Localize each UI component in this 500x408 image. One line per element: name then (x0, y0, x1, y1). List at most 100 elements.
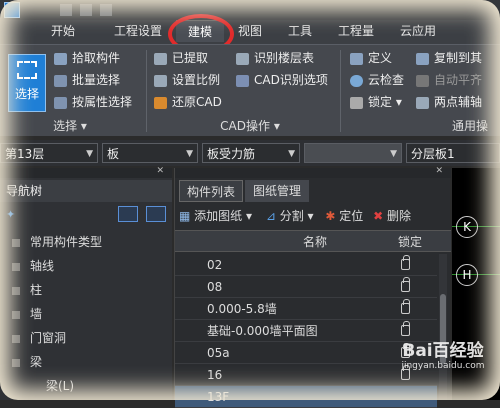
nav-item-label: 梁 (30, 355, 43, 369)
define-label: 定义 (368, 51, 393, 65)
tab-drawing-management[interactable]: 图纸管理 (245, 180, 309, 202)
select-group-text: 选择 (53, 119, 78, 133)
nav-item[interactable]: 轴线 (0, 254, 172, 278)
cad-recognize-options-button[interactable]: CAD识别选项 (236, 70, 328, 90)
nav-panel-top: ✕ (0, 166, 172, 178)
table-row[interactable]: 08 (175, 276, 437, 298)
watermark-brand: Bai百经验 (402, 341, 484, 361)
drawing-list: 02 08 0.000-5.8墙 基础-0.000墙平面图 05a 16 13F (175, 254, 437, 408)
tab-quantity[interactable]: 工程量 (332, 20, 380, 42)
nav-item-label: 梁(L) (46, 379, 75, 393)
table-row-selected[interactable]: 13F (175, 386, 437, 408)
tab-view[interactable]: 视图 (230, 20, 270, 42)
row-name: 05a (207, 346, 230, 360)
define-icon (350, 52, 363, 65)
table-row[interactable]: 0.000-5.8墙 (175, 298, 437, 320)
undo-icon[interactable] (80, 4, 92, 16)
nav-item[interactable]: 梁 (0, 350, 172, 374)
batch-select-label: 批量选择 (72, 73, 121, 87)
lock-icon[interactable] (401, 321, 410, 336)
locate-button[interactable]: ✱ 定位 (325, 209, 363, 223)
add-drawing-button[interactable]: ▦ 添加图纸 ▾ (179, 209, 252, 223)
layer-select[interactable]: 分层板1 (406, 143, 500, 163)
nav-item[interactable]: 柱 (0, 278, 172, 302)
close-icon[interactable]: ✕ (156, 166, 164, 176)
nav-item-label: 柱 (30, 283, 43, 297)
define-button[interactable]: 定义 (350, 48, 392, 68)
chevron-down-icon: ▼ (390, 149, 397, 159)
close-icon[interactable]: ✕ (435, 166, 443, 176)
nav-list: 常用构件类型 轴线 柱 墙 门窗洞 梁 梁(L) (0, 230, 172, 398)
save-icon[interactable] (60, 4, 72, 16)
quick-access-bar (0, 0, 500, 20)
tab-component-list[interactable]: 构件列表 (179, 180, 243, 202)
chevron-down-icon: ▼ (86, 149, 93, 159)
select-big-button[interactable]: 选择 (8, 54, 46, 112)
split-button[interactable]: ⊿ 分割 ▾ (266, 209, 314, 223)
recognize-floor-table-button[interactable]: 识别楼层表 (236, 48, 314, 68)
expand-icon[interactable] (12, 262, 20, 271)
select-by-attribute-label: 按属性选择 (72, 95, 133, 109)
tab-tools[interactable]: 工具 (280, 20, 320, 42)
expand-icon[interactable] (12, 286, 20, 295)
layer-value: 分层板1 (411, 147, 455, 161)
lock-icon[interactable] (401, 277, 410, 292)
subtype-select[interactable]: 板受力筋 ▼ (202, 143, 300, 163)
expand-icon[interactable] (12, 358, 20, 367)
expand-icon[interactable] (12, 334, 20, 343)
floor-table-icon (236, 52, 249, 65)
extra-select[interactable]: ▼ (304, 143, 402, 163)
category-select[interactable]: 板 ▼ (102, 143, 198, 163)
nav-item[interactable]: 墙 (0, 302, 172, 326)
select-group-label[interactable]: 选择 ▾ (40, 118, 100, 134)
column-name-header: 名称 (302, 235, 327, 249)
sparkle-icon: ✦ (6, 208, 16, 221)
batch-select-icon (54, 74, 67, 87)
tab-cloud[interactable]: 云应用 (392, 20, 444, 42)
pick-component-button[interactable]: 拾取构件 (54, 48, 120, 68)
list-view-icon[interactable] (118, 206, 138, 222)
copy-icon (416, 52, 429, 65)
cloud-check-button[interactable]: 云检查 (350, 70, 404, 90)
nav-item[interactable]: 常用构件类型 (0, 230, 172, 254)
app-logo-icon (4, 2, 20, 18)
cad-recognize-options-label: CAD识别选项 (254, 73, 328, 87)
copy-to-button[interactable]: 复制到其 (416, 48, 482, 68)
lock-icon (350, 96, 363, 109)
set-scale-button[interactable]: 设置比例 (154, 70, 220, 90)
expand-icon[interactable] (12, 238, 20, 247)
tab-project-settings[interactable]: 工程设置 (108, 20, 168, 42)
lock-icon[interactable] (401, 299, 410, 314)
restore-cad-button[interactable]: 还原CAD (154, 92, 222, 112)
batch-select-button[interactable]: 批量选择 (54, 70, 120, 90)
nav-item-label: 轴线 (30, 259, 55, 273)
lock-button[interactable]: 锁定 ▾ (350, 92, 402, 112)
two-point-axis-button[interactable]: 两点辅轴 (416, 92, 482, 112)
select-by-attribute-button[interactable]: 按属性选择 (54, 92, 132, 112)
auto-align-button[interactable]: 自动平齐 (416, 70, 482, 90)
nav-item[interactable]: 门窗洞 (0, 326, 172, 350)
general-group-label[interactable]: 通用操 (440, 118, 500, 134)
column-lock-header: 锁定 (397, 235, 422, 249)
row-name: 08 (207, 280, 223, 294)
component-toolbar: ▦ 添加图纸 ▾ ⊿ 分割 ▾ ✱ 定位 ✖ 删除 (179, 206, 447, 226)
cad-group-label[interactable]: CAD操作 ▾ (200, 118, 300, 134)
nav-title: 导航树 (0, 180, 172, 202)
delete-label: 删除 (387, 209, 412, 223)
category-value: 板 (107, 147, 120, 161)
lock-label: 锁定 (368, 95, 393, 109)
tab-start[interactable]: 开始 (38, 20, 88, 42)
table-row[interactable]: 02 (175, 254, 437, 276)
floor-select[interactable]: 第13层 ▼ (0, 143, 98, 163)
lock-icon[interactable] (401, 255, 410, 270)
component-panel-top: ✕ (175, 166, 451, 178)
redo-icon[interactable] (100, 4, 112, 16)
nav-item-label: 门窗洞 (30, 331, 67, 345)
pick-icon (54, 52, 67, 65)
nav-item-label: 常用构件类型 (30, 235, 103, 249)
expand-icon[interactable] (12, 310, 20, 319)
nav-subitem[interactable]: 梁(L) (0, 374, 172, 398)
delete-button[interactable]: ✖ 删除 (373, 209, 411, 223)
grid-view-icon[interactable] (146, 206, 166, 222)
extracted-button[interactable]: 已提取 (154, 48, 208, 68)
